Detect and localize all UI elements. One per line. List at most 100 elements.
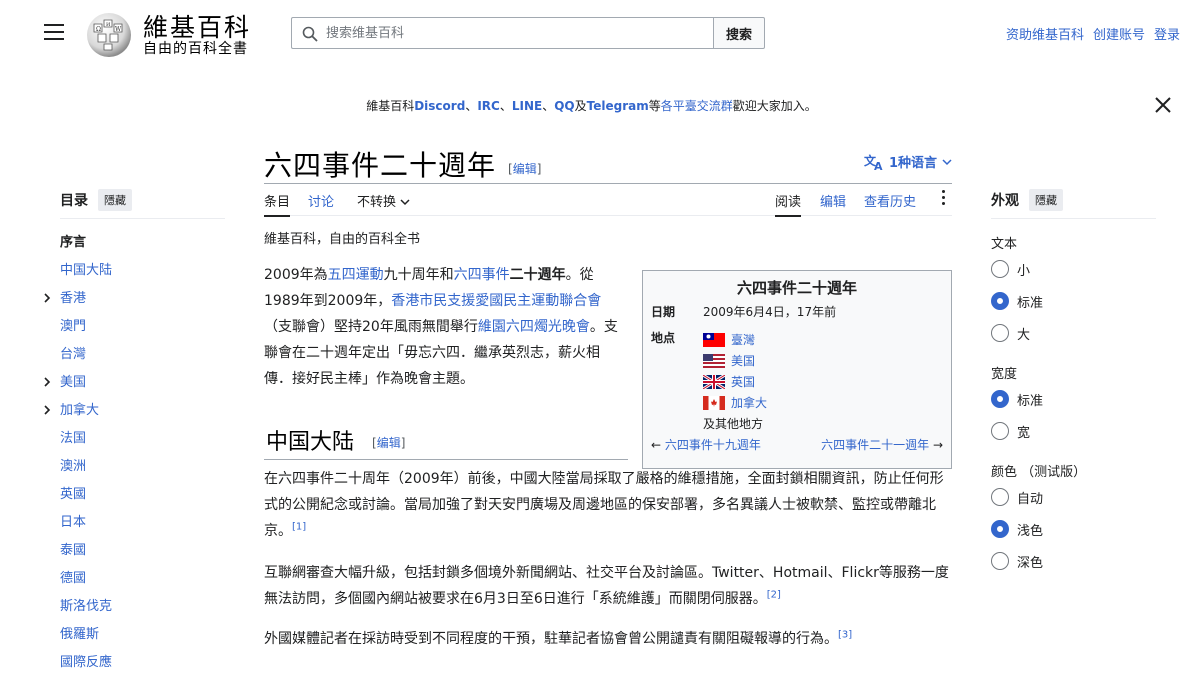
tab-read[interactable]: 阅读 (775, 191, 802, 217)
toc-item[interactable]: 德國 (60, 565, 225, 593)
donate-link[interactable]: 资助维基百科 (1006, 24, 1084, 43)
may-fourth-link[interactable]: 五四運動 (328, 267, 384, 283)
radio-button[interactable] (991, 260, 1009, 278)
more-actions-icon[interactable] (942, 190, 946, 208)
tab-talk[interactable]: 讨论 (308, 191, 334, 210)
toc-item-label: 法国 (60, 431, 87, 446)
infobox-place-row: 地点 臺灣 美国 英国 加拿大 及其他地方 (651, 329, 943, 434)
width-option-label: 宽 (1017, 425, 1031, 441)
tab-history[interactable]: 查看历史 (864, 191, 916, 210)
color-option[interactable]: 浅色 (991, 513, 1156, 545)
reference-link[interactable]: [3] (838, 629, 852, 640)
search-button[interactable]: 搜索 (713, 17, 765, 49)
create-account-link[interactable]: 创建账号 (1093, 24, 1145, 43)
text-size-option[interactable]: 大 (991, 317, 1156, 349)
toc-item[interactable]: 澳門 (60, 313, 225, 341)
title-edit-link[interactable]: 编辑 (513, 162, 537, 176)
canada-flag-icon (703, 395, 725, 410)
radio-button[interactable] (991, 488, 1009, 506)
radio-button[interactable] (991, 422, 1009, 440)
toc-item[interactable]: 日本 (60, 509, 225, 537)
tab-article[interactable]: 条目 (264, 191, 291, 217)
main-menu-icon[interactable] (44, 24, 64, 40)
chevron-down-icon (942, 158, 952, 165)
color-option-label: 自动 (1017, 491, 1044, 507)
irc-link[interactable]: IRC (477, 99, 500, 113)
toc-item-label: 澳洲 (60, 459, 87, 474)
place-link[interactable]: 加拿大 (731, 394, 767, 411)
toc-item-label: 澳門 (60, 319, 87, 334)
june-fourth-link[interactable]: 六四事件 (454, 267, 510, 283)
language-count: 1种语言 (888, 156, 937, 171)
text-size-option-label: 小 (1017, 263, 1031, 279)
toc-item-label: 德國 (60, 571, 87, 586)
prev-event-link[interactable]: 六四事件十九週年 (665, 438, 761, 452)
wikipedia-globe-logo[interactable]: Ω W И (84, 10, 134, 58)
infobox-place-label: 地点 (651, 331, 676, 345)
toc-item[interactable]: 加拿大 (44, 397, 225, 425)
chevron-right-icon[interactable] (43, 285, 51, 313)
tab-variant[interactable]: 不转换 (357, 191, 410, 210)
chevron-right-icon[interactable] (43, 397, 51, 425)
next-event-link[interactable]: 六四事件二十一週年 (821, 438, 929, 452)
reference-link[interactable]: [1] (292, 521, 306, 532)
appearance-hide-button[interactable]: 隱藏 (1029, 189, 1063, 211)
infobox-others: 及其他地方 (703, 417, 764, 431)
width-option[interactable]: 标准 (991, 383, 1156, 415)
language-button[interactable]: 文 A 1种语言 (864, 152, 952, 171)
uk-flag-icon (703, 374, 725, 389)
text-size-option[interactable]: 标准 (991, 285, 1156, 317)
search-input[interactable] (292, 18, 713, 48)
close-icon[interactable] (1154, 96, 1172, 114)
toc-item[interactable]: 中国大陆 (60, 257, 225, 285)
bracket: ] (536, 162, 542, 176)
section-edit-link[interactable]: 编辑 (377, 436, 401, 450)
toc-item-label: 美国 (60, 375, 87, 390)
toc-item-label: 中国大陆 (60, 263, 113, 278)
vigil-link[interactable]: 維園六四燭光晚會 (478, 319, 590, 335)
place-link[interactable]: 美国 (731, 352, 755, 369)
reference-link[interactable]: [2] (767, 589, 781, 600)
radio-button[interactable] (991, 292, 1009, 310)
toc-item-label: 英國 (60, 487, 87, 502)
page-title: 六四事件二十週年 (264, 149, 497, 182)
toc-item[interactable]: 台灣 (60, 341, 225, 369)
place-link[interactable]: 英国 (731, 373, 755, 390)
place-link[interactable]: 臺灣 (731, 331, 755, 348)
color-option[interactable]: 深色 (991, 545, 1156, 577)
toc-item[interactable]: 俄羅斯 (60, 621, 225, 649)
toc-item[interactable]: 法国 (60, 425, 225, 453)
toc-item[interactable]: 序言 (60, 229, 225, 257)
color-option-label: 深色 (1017, 555, 1044, 571)
chevron-right-icon[interactable] (43, 369, 51, 397)
toc-item[interactable]: 英國 (60, 481, 225, 509)
tab-edit[interactable]: 编辑 (820, 191, 846, 210)
infobox-nav: ← 六四事件十九週年 六四事件二十一週年 → (651, 436, 943, 453)
line-link[interactable]: LINE (512, 99, 542, 113)
telegram-link[interactable]: Telegram (587, 99, 649, 113)
radio-button[interactable] (991, 520, 1009, 538)
toc-item[interactable]: 美国 (44, 369, 225, 397)
qq-link[interactable]: QQ (554, 99, 574, 113)
place-item: 英国 (703, 371, 943, 392)
width-option[interactable]: 宽 (991, 415, 1156, 447)
radio-button[interactable] (991, 552, 1009, 570)
radio-button[interactable] (991, 390, 1009, 408)
prev-event-nav: ← 六四事件十九週年 (651, 436, 761, 453)
login-link[interactable]: 登录 (1154, 24, 1180, 43)
text-size-option-label: 标准 (1017, 295, 1044, 311)
color-option[interactable]: 自动 (991, 481, 1156, 513)
radio-button[interactable] (991, 324, 1009, 342)
groups-link[interactable]: 各平臺交流群 (661, 99, 733, 113)
toc-item[interactable]: 國際反應 (60, 649, 225, 675)
discord-link[interactable]: Discord (414, 99, 465, 113)
toc-hide-button[interactable]: 隱藏 (98, 189, 132, 211)
hk-alliance-link[interactable]: 香港市民支援愛國民主運動聯合會 (391, 293, 601, 309)
toc-item[interactable]: 澳洲 (60, 453, 225, 481)
site-subtitle: 維基百科，自由的百科全书 (264, 232, 421, 247)
toc-item[interactable]: 香港 (44, 285, 225, 313)
toc-item[interactable]: 泰國 (60, 537, 225, 565)
text-size-option[interactable]: 小 (991, 253, 1156, 285)
toc-item[interactable]: 斯洛伐克 (60, 593, 225, 621)
text: 在六四事件二十周年（2009年）前後，中國大陸當局採取了嚴格的維穩措施，全面封鎖… (264, 471, 944, 539)
